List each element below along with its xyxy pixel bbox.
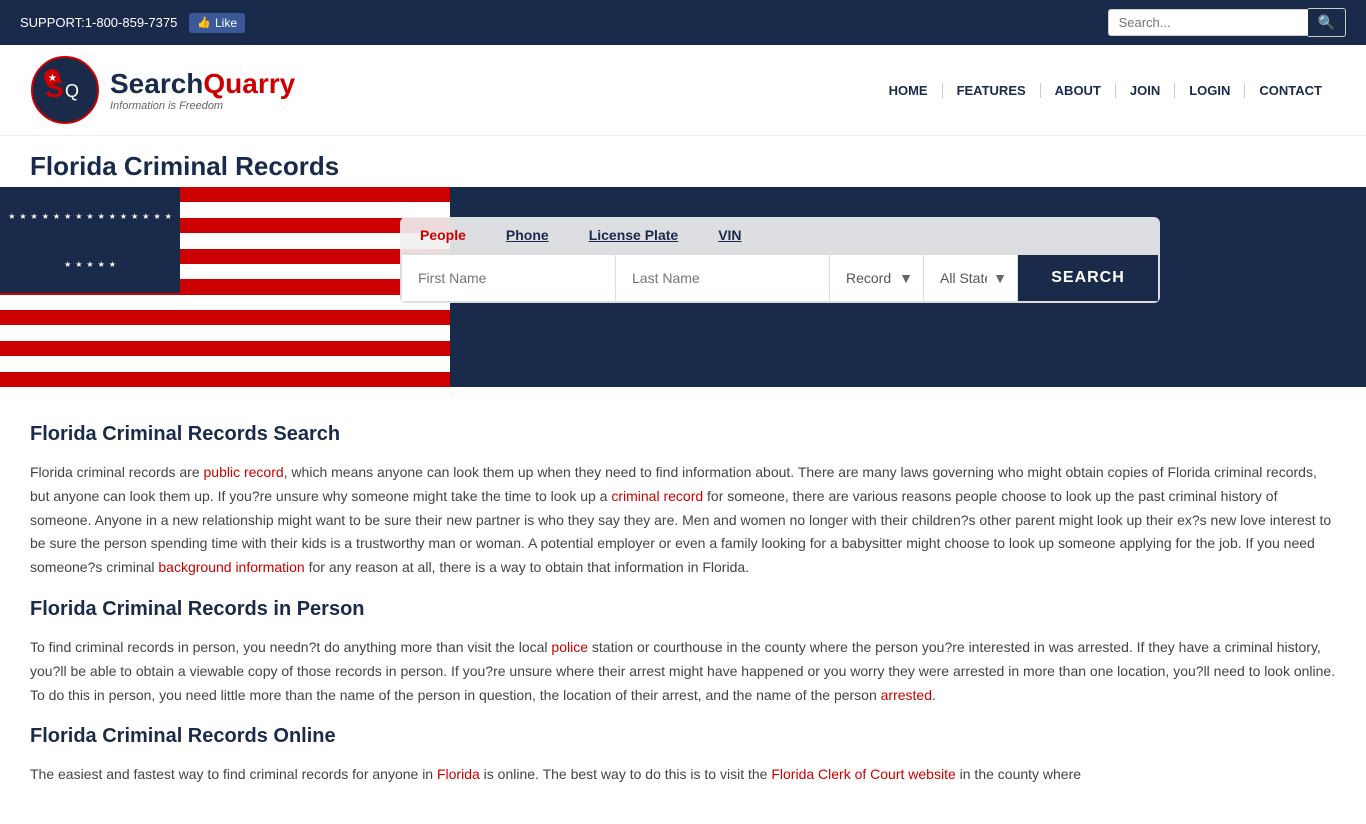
star: ★ bbox=[153, 212, 160, 221]
header: S Q ★ SearchQuarry Information is Freedo… bbox=[0, 45, 1366, 136]
nav-item-contact[interactable]: CONTACT bbox=[1245, 83, 1336, 98]
star: ★ bbox=[8, 212, 15, 221]
main-nav: HOMEFEATURESABOUTJOINLOGINCONTACT bbox=[875, 83, 1336, 98]
section3-paragraph: The easiest and fastest way to find crim… bbox=[30, 763, 1336, 787]
section3-heading: Florida Criminal Records Online bbox=[30, 719, 1336, 753]
stripe-9 bbox=[0, 310, 450, 325]
star: ★ bbox=[120, 212, 127, 221]
star: ★ bbox=[98, 260, 105, 269]
star: ★ bbox=[31, 212, 38, 221]
support-text: SUPPORT:1-800-859-7375 bbox=[20, 15, 177, 30]
nav-item-home[interactable]: HOME bbox=[875, 83, 943, 98]
svg-text:Q: Q bbox=[65, 81, 79, 101]
search-widget: People Phone License Plate VIN Record Ty… bbox=[400, 217, 1160, 303]
record-type-wrapper: Record Type ▼ bbox=[830, 255, 924, 301]
section3-text-before: The easiest and fastest way to find crim… bbox=[30, 766, 437, 782]
logo-icon: S Q ★ bbox=[30, 55, 100, 125]
florida-link[interactable]: Florida bbox=[437, 766, 480, 782]
star: ★ bbox=[75, 212, 82, 221]
page-title: Florida Criminal Records bbox=[30, 151, 1336, 182]
section1-paragraph: Florida criminal records are public reco… bbox=[30, 461, 1336, 580]
star: ★ bbox=[142, 212, 149, 221]
flag-canton: ★ ★ ★ ★ ★ ★ ★ ★ ★ ★ ★ ★ ★ ★ ★ ★ ★ ★ ★ ★ bbox=[0, 187, 180, 293]
arrested-link[interactable]: arrested bbox=[881, 687, 932, 703]
star: ★ bbox=[75, 260, 82, 269]
logo-area: S Q ★ SearchQuarry Information is Freedo… bbox=[30, 55, 295, 125]
fb-like-label: Like bbox=[215, 16, 237, 30]
star: ★ bbox=[131, 212, 138, 221]
top-search-button[interactable]: 🔍 bbox=[1308, 8, 1346, 37]
all-states-wrapper: All States ▼ bbox=[924, 255, 1018, 301]
facebook-like-button[interactable]: 👍 Like bbox=[189, 13, 245, 33]
star: ★ bbox=[64, 260, 71, 269]
first-name-input[interactable] bbox=[402, 255, 616, 301]
nav-item-join[interactable]: JOIN bbox=[1116, 83, 1175, 98]
search-form: Record Type ▼ All States ▼ SEARCH bbox=[400, 253, 1160, 303]
flag-decoration: ★ ★ ★ ★ ★ ★ ★ ★ ★ ★ ★ ★ ★ ★ ★ ★ ★ ★ ★ ★ bbox=[0, 187, 450, 387]
section2-text-before: To find criminal records in person, you … bbox=[30, 639, 551, 655]
florida-clerk-link[interactable]: Florida Clerk of Court website bbox=[771, 766, 955, 782]
logo-text: SearchQuarry Information is Freedom bbox=[110, 68, 295, 112]
section1-text-after3: for any reason at all, there is a way to… bbox=[305, 559, 749, 575]
police-link[interactable]: police bbox=[551, 639, 588, 655]
nav-item-login[interactable]: LOGIN bbox=[1175, 83, 1245, 98]
star: ★ bbox=[64, 212, 71, 221]
stripe-13 bbox=[0, 372, 450, 387]
stripe-11 bbox=[0, 341, 450, 356]
background-info-link[interactable]: background information bbox=[158, 559, 304, 575]
record-type-select[interactable]: Record Type bbox=[830, 256, 923, 300]
star: ★ bbox=[109, 260, 116, 269]
star: ★ bbox=[98, 212, 105, 221]
top-bar: SUPPORT:1-800-859-7375 👍 Like 🔍 bbox=[0, 0, 1366, 45]
stripe-10 bbox=[0, 325, 450, 340]
star: ★ bbox=[53, 212, 60, 221]
nav-item-features[interactable]: FEATURES bbox=[943, 83, 1041, 98]
star: ★ bbox=[165, 212, 172, 221]
content-area: Florida Criminal Records Search Florida … bbox=[0, 387, 1366, 824]
logo-search: Search bbox=[110, 68, 203, 99]
tab-phone[interactable]: Phone bbox=[486, 217, 569, 253]
nav-item-about[interactable]: ABOUT bbox=[1041, 83, 1116, 98]
tab-vin[interactable]: VIN bbox=[698, 217, 761, 253]
page-title-area: Florida Criminal Records bbox=[0, 136, 1366, 187]
star: ★ bbox=[86, 260, 93, 269]
criminal-record-link[interactable]: criminal record bbox=[611, 488, 703, 504]
logo-title: SearchQuarry bbox=[110, 68, 295, 100]
search-tabs: People Phone License Plate VIN bbox=[400, 217, 1160, 253]
section1-heading: Florida Criminal Records Search bbox=[30, 417, 1336, 451]
stripe-12 bbox=[0, 356, 450, 371]
logo-subtitle: Information is Freedom bbox=[110, 100, 295, 112]
svg-text:★: ★ bbox=[48, 73, 57, 84]
public-record-link[interactable]: public record bbox=[204, 464, 284, 480]
top-bar-left: SUPPORT:1-800-859-7375 👍 Like bbox=[20, 13, 245, 33]
section2-heading: Florida Criminal Records in Person bbox=[30, 592, 1336, 626]
tab-license-plate[interactable]: License Plate bbox=[569, 217, 699, 253]
section3-text-after: is online. The best way to do this is to… bbox=[480, 766, 772, 782]
thumbs-up-icon: 👍 bbox=[197, 16, 211, 29]
search-button[interactable]: SEARCH bbox=[1018, 255, 1158, 301]
section2-text-after2: . bbox=[932, 687, 936, 703]
logo-quarry: Quarry bbox=[203, 68, 295, 99]
last-name-input[interactable] bbox=[616, 255, 830, 301]
state-select[interactable]: All States bbox=[924, 256, 1017, 300]
section1-text-before: Florida criminal records are bbox=[30, 464, 204, 480]
section2-paragraph: To find criminal records in person, you … bbox=[30, 636, 1336, 707]
section3-text-after2: in the county where bbox=[956, 766, 1081, 782]
top-search-bar: 🔍 bbox=[1108, 8, 1346, 37]
hero-banner: ★ ★ ★ ★ ★ ★ ★ ★ ★ ★ ★ ★ ★ ★ ★ ★ ★ ★ ★ ★ … bbox=[0, 187, 1366, 387]
star: ★ bbox=[19, 212, 26, 221]
tab-people[interactable]: People bbox=[400, 217, 486, 253]
stripe-8 bbox=[0, 295, 450, 310]
star: ★ bbox=[109, 212, 116, 221]
star: ★ bbox=[42, 212, 49, 221]
star: ★ bbox=[86, 212, 93, 221]
top-search-input[interactable] bbox=[1108, 9, 1308, 36]
